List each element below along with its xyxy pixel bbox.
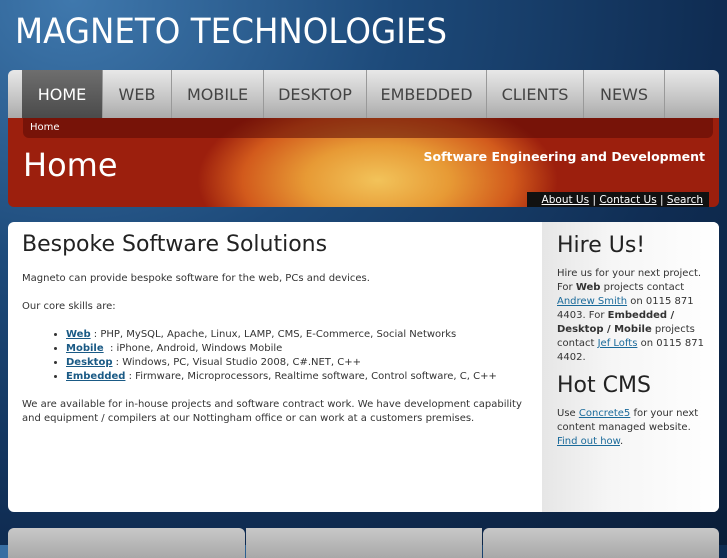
web-link[interactable]: Web bbox=[66, 329, 91, 340]
separator: | bbox=[660, 194, 664, 206]
jef-lofts-link[interactable]: Jef Lofts bbox=[598, 338, 638, 349]
nav-news[interactable]: NEWS bbox=[584, 70, 665, 119]
desktop-link[interactable]: Desktop bbox=[66, 357, 113, 368]
main-panel: Bespoke Software Solutions Magneto can p… bbox=[8, 222, 719, 512]
list-item: Web : PHP, MySQL, Apache, Linux, LAMP, C… bbox=[66, 328, 532, 342]
site-title: MAGNETO TECHNOLOGIES bbox=[15, 12, 448, 52]
hire-text: Hire us for your next project. For Web p… bbox=[557, 268, 704, 363]
nav-web[interactable]: WEB bbox=[103, 70, 172, 119]
content-heading: Bespoke Software Solutions bbox=[22, 232, 328, 257]
nav-clients[interactable]: CLIENTS bbox=[487, 70, 584, 119]
cms-text: Use Concrete5 for your next content mana… bbox=[557, 408, 699, 447]
slogan: Software Engineering and Development bbox=[423, 149, 705, 164]
nav-embedded[interactable]: EMBEDDED bbox=[367, 70, 487, 119]
outro-text: We are available for in-house projects a… bbox=[22, 399, 522, 424]
intro-text: Magneto can provide bespoke software for… bbox=[22, 273, 370, 284]
list-item: Embedded : Firmware, Microprocessors, Re… bbox=[66, 370, 532, 384]
footer-box-3 bbox=[483, 528, 719, 558]
separator: | bbox=[592, 194, 596, 206]
list-item: Mobile : iPhone, Android, Windows Mobile bbox=[66, 342, 532, 356]
page-title: Home bbox=[23, 146, 118, 184]
footer-box-2 bbox=[246, 528, 482, 558]
andrew-smith-link[interactable]: Andrew Smith bbox=[557, 296, 627, 307]
banner: Home Home Software Engineering and Devel… bbox=[8, 118, 719, 207]
concrete5-link[interactable]: Concrete5 bbox=[579, 408, 630, 419]
search-link[interactable]: Search bbox=[667, 194, 703, 206]
footer-box-1 bbox=[8, 528, 245, 558]
nav-desktop[interactable]: DESKTOP bbox=[264, 70, 367, 119]
nav-mobile[interactable]: MOBILE bbox=[172, 70, 264, 119]
mobile-link[interactable]: Mobile bbox=[66, 343, 104, 354]
contact-us-link[interactable]: Contact Us bbox=[599, 194, 656, 206]
skills-intro: Our core skills are: bbox=[22, 301, 116, 312]
embedded-link[interactable]: Embedded bbox=[66, 371, 125, 382]
find-out-how-link[interactable]: Find out how bbox=[557, 436, 620, 447]
cms-heading: Hot CMS bbox=[557, 373, 651, 398]
utility-links: About Us | Contact Us | Search bbox=[526, 192, 709, 207]
breadcrumb-home[interactable]: Home bbox=[30, 122, 60, 133]
skills-list: Web : PHP, MySQL, Apache, Linux, LAMP, C… bbox=[66, 328, 532, 384]
sidebar: Hire Us! Hire us for your next project. … bbox=[542, 222, 719, 512]
hire-heading: Hire Us! bbox=[557, 233, 646, 258]
nav-home[interactable]: HOME bbox=[22, 70, 103, 119]
breadcrumb: Home bbox=[23, 118, 713, 138]
about-us-link[interactable]: About Us bbox=[542, 194, 590, 206]
list-item: Desktop : Windows, PC, Visual Studio 200… bbox=[66, 356, 532, 370]
content: Bespoke Software Solutions Magneto can p… bbox=[22, 232, 532, 440]
main-nav: HOME WEB MOBILE DESKTOP EMBEDDED CLIENTS… bbox=[8, 70, 719, 119]
